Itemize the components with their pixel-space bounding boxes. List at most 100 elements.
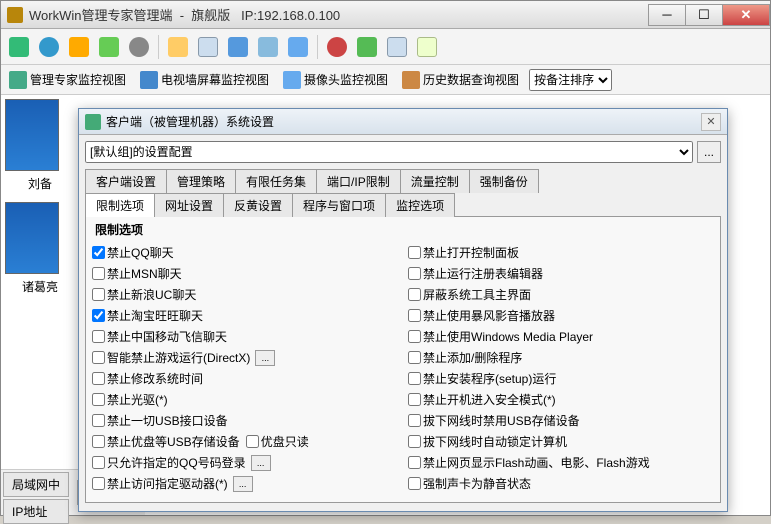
restriction-label-left-8: 禁止一切USB接口设备 bbox=[107, 412, 228, 429]
toolbar-users-icon[interactable] bbox=[65, 33, 93, 61]
app-ip: IP:192.168.0.100 bbox=[241, 8, 340, 23]
restriction-label-right-0: 禁止打开控制面板 bbox=[423, 244, 519, 261]
restriction-label-left-11: 禁止访问指定驱动器(*) bbox=[107, 475, 228, 492]
maximize-button[interactable]: ☐ bbox=[685, 4, 723, 26]
view-tvwall[interactable]: 电视墙屏幕监控视图 bbox=[136, 69, 273, 91]
view-expert[interactable]: 管理专家监控视图 bbox=[5, 69, 130, 91]
restriction-checkbox-left-9[interactable] bbox=[92, 435, 105, 448]
minimize-button[interactable]: ─ bbox=[648, 4, 686, 26]
restrictions-right-column: 禁止打开控制面板禁止运行注册表编辑器屏蔽系统工具主界面禁止使用暴风影音播放器禁止… bbox=[408, 242, 714, 494]
tab-1-top[interactable]: 管理策略 bbox=[166, 169, 236, 193]
dialog-titlebar: 客户端（被管理机器）系统设置 ✕ bbox=[79, 109, 727, 135]
restriction-checkbox-right-6[interactable] bbox=[408, 372, 421, 385]
restriction-checkbox-right-3[interactable] bbox=[408, 309, 421, 322]
restriction-checkbox-left-3[interactable] bbox=[92, 309, 105, 322]
tab-1-bottom[interactable]: 网址设置 bbox=[154, 193, 224, 217]
group-title: 限制选项 bbox=[92, 221, 146, 238]
restriction-label-right-10: 禁止网页显示Flash动画、电影、Flash游戏 bbox=[423, 454, 650, 471]
dialog-close-button[interactable]: ✕ bbox=[701, 113, 721, 131]
restriction-checkbox-left-11[interactable] bbox=[92, 477, 105, 490]
dialog-body: [默认组]的设置配置 ... 客户端设置管理策略有限任务集端口/IP限制流量控制… bbox=[79, 135, 727, 509]
toolbar-id-icon[interactable] bbox=[413, 33, 441, 61]
toolbar-picture-icon[interactable] bbox=[224, 33, 252, 61]
toolbar-monitor-icon[interactable] bbox=[5, 33, 33, 61]
restriction-right-2: 屏蔽系统工具主界面 bbox=[408, 284, 714, 305]
restriction-checkbox-right-9[interactable] bbox=[408, 435, 421, 448]
restriction-usb-readonly-checkbox[interactable] bbox=[246, 435, 259, 448]
restriction-left-4: 禁止中国移动飞信聊天 bbox=[92, 326, 398, 347]
sort-select[interactable]: 按备注排序 bbox=[529, 69, 612, 91]
app-edition: 旗舰版 bbox=[191, 8, 230, 23]
restriction-right-5: 禁止添加/删除程序 bbox=[408, 347, 714, 368]
restriction-label-right-4: 禁止使用Windows Media Player bbox=[423, 328, 593, 345]
restriction-options-button-left-11[interactable]: ... bbox=[233, 476, 253, 492]
restriction-options-button-left-10[interactable]: ... bbox=[251, 455, 271, 471]
restriction-checkbox-left-2[interactable] bbox=[92, 288, 105, 301]
restriction-left-7: 禁止光驱(*) bbox=[92, 389, 398, 410]
restriction-left-0: 禁止QQ聊天 bbox=[92, 242, 398, 263]
tab-2-bottom[interactable]: 反黄设置 bbox=[223, 193, 293, 217]
restriction-checkbox-right-11[interactable] bbox=[408, 477, 421, 490]
restrictions-left-column: 禁止QQ聊天禁止MSN聊天禁止新浪UC聊天禁止淘宝旺旺聊天禁止中国移动飞信聊天智… bbox=[92, 242, 398, 494]
restriction-checkbox-right-1[interactable] bbox=[408, 267, 421, 280]
toolbar-list-icon[interactable] bbox=[383, 33, 411, 61]
restriction-right-6: 禁止安装程序(setup)运行 bbox=[408, 368, 714, 389]
restriction-checkbox-right-8[interactable] bbox=[408, 414, 421, 427]
restriction-checkbox-left-4[interactable] bbox=[92, 330, 105, 343]
tab-0-bottom[interactable]: 限制选项 bbox=[85, 193, 155, 217]
bottom-ip-button[interactable]: IP地址 bbox=[3, 499, 69, 524]
toolbar-doc-icon[interactable] bbox=[194, 33, 222, 61]
restriction-checkbox-right-4[interactable] bbox=[408, 330, 421, 343]
restriction-checkbox-left-1[interactable] bbox=[92, 267, 105, 280]
restriction-left-10: 只允许指定的QQ号码登录... bbox=[92, 452, 398, 473]
restriction-checkbox-right-5[interactable] bbox=[408, 351, 421, 364]
view-history[interactable]: 历史数据查询视图 bbox=[398, 69, 523, 91]
toolbar-copy-icon[interactable] bbox=[254, 33, 282, 61]
tab-0-top[interactable]: 客户端设置 bbox=[85, 169, 167, 193]
restriction-right-1: 禁止运行注册表编辑器 bbox=[408, 263, 714, 284]
restriction-checkbox-left-10[interactable] bbox=[92, 456, 105, 469]
restriction-checkbox-left-6[interactable] bbox=[92, 372, 105, 385]
tab-2-top[interactable]: 有限任务集 bbox=[235, 169, 317, 193]
tab-3-top[interactable]: 端口/IP限制 bbox=[316, 169, 401, 193]
client-label-1: 刘备 bbox=[5, 175, 75, 192]
tab-4-top[interactable]: 流量控制 bbox=[400, 169, 470, 193]
toolbar-folder-icon[interactable] bbox=[164, 33, 192, 61]
config-browse-button[interactable]: ... bbox=[697, 141, 721, 163]
restriction-checkbox-right-10[interactable] bbox=[408, 456, 421, 469]
toolbar-globe-icon[interactable] bbox=[35, 33, 63, 61]
restriction-checkbox-right-2[interactable] bbox=[408, 288, 421, 301]
restriction-checkbox-right-7[interactable] bbox=[408, 393, 421, 406]
toolbar-group-icon[interactable] bbox=[95, 33, 123, 61]
restriction-checkbox-left-7[interactable] bbox=[92, 393, 105, 406]
dialog-icon bbox=[85, 114, 101, 130]
tab-3-bottom[interactable]: 程序与窗口项 bbox=[292, 193, 386, 217]
toolbar-power-icon[interactable] bbox=[323, 33, 351, 61]
restriction-right-10: 禁止网页显示Flash动画、电影、Flash游戏 bbox=[408, 452, 714, 473]
view-camera[interactable]: 摄像头监控视图 bbox=[279, 69, 392, 91]
restriction-label-left-1: 禁止MSN聊天 bbox=[107, 265, 182, 282]
config-select[interactable]: [默认组]的设置配置 bbox=[85, 141, 693, 163]
restriction-checkbox-left-0[interactable] bbox=[92, 246, 105, 259]
toolbar-windows-icon[interactable] bbox=[284, 33, 312, 61]
client-thumbnails: 刘备 诸葛亮 bbox=[5, 99, 75, 305]
restriction-checkbox-left-5[interactable] bbox=[92, 351, 105, 364]
restriction-left-8: 禁止一切USB接口设备 bbox=[92, 410, 398, 431]
tabs-row-bottom: 限制选项网址设置反黄设置程序与窗口项监控选项 bbox=[85, 193, 721, 217]
toolbar-refresh-icon[interactable] bbox=[353, 33, 381, 61]
client-thumb-2[interactable] bbox=[5, 202, 59, 274]
restriction-checkbox-left-8[interactable] bbox=[92, 414, 105, 427]
titlebar: WorkWin管理专家管理端 - 旗舰版 IP:192.168.0.100 ─ … bbox=[1, 1, 770, 29]
settings-tabs: 客户端设置管理策略有限任务集端口/IP限制流量控制强制备份 限制选项网址设置反黄… bbox=[85, 169, 721, 503]
tab-4-bottom[interactable]: 监控选项 bbox=[385, 193, 455, 217]
restriction-checkbox-right-0[interactable] bbox=[408, 246, 421, 259]
toolbar-gear-icon[interactable] bbox=[125, 33, 153, 61]
close-button[interactable]: ✕ bbox=[722, 4, 770, 26]
client-thumb-1[interactable] bbox=[5, 99, 59, 171]
restriction-label-left-6: 禁止修改系统时间 bbox=[107, 370, 203, 387]
app-title: WorkWin管理专家管理端 - 旗舰版 IP:192.168.0.100 bbox=[29, 5, 649, 24]
restriction-options-button-left-5[interactable]: ... bbox=[255, 350, 275, 366]
tab-5-top[interactable]: 强制备份 bbox=[469, 169, 539, 193]
bottom-lan-button[interactable]: 局域网中 bbox=[3, 472, 69, 497]
restriction-label-right-8: 拔下网线时禁用USB存储设备 bbox=[423, 412, 580, 429]
